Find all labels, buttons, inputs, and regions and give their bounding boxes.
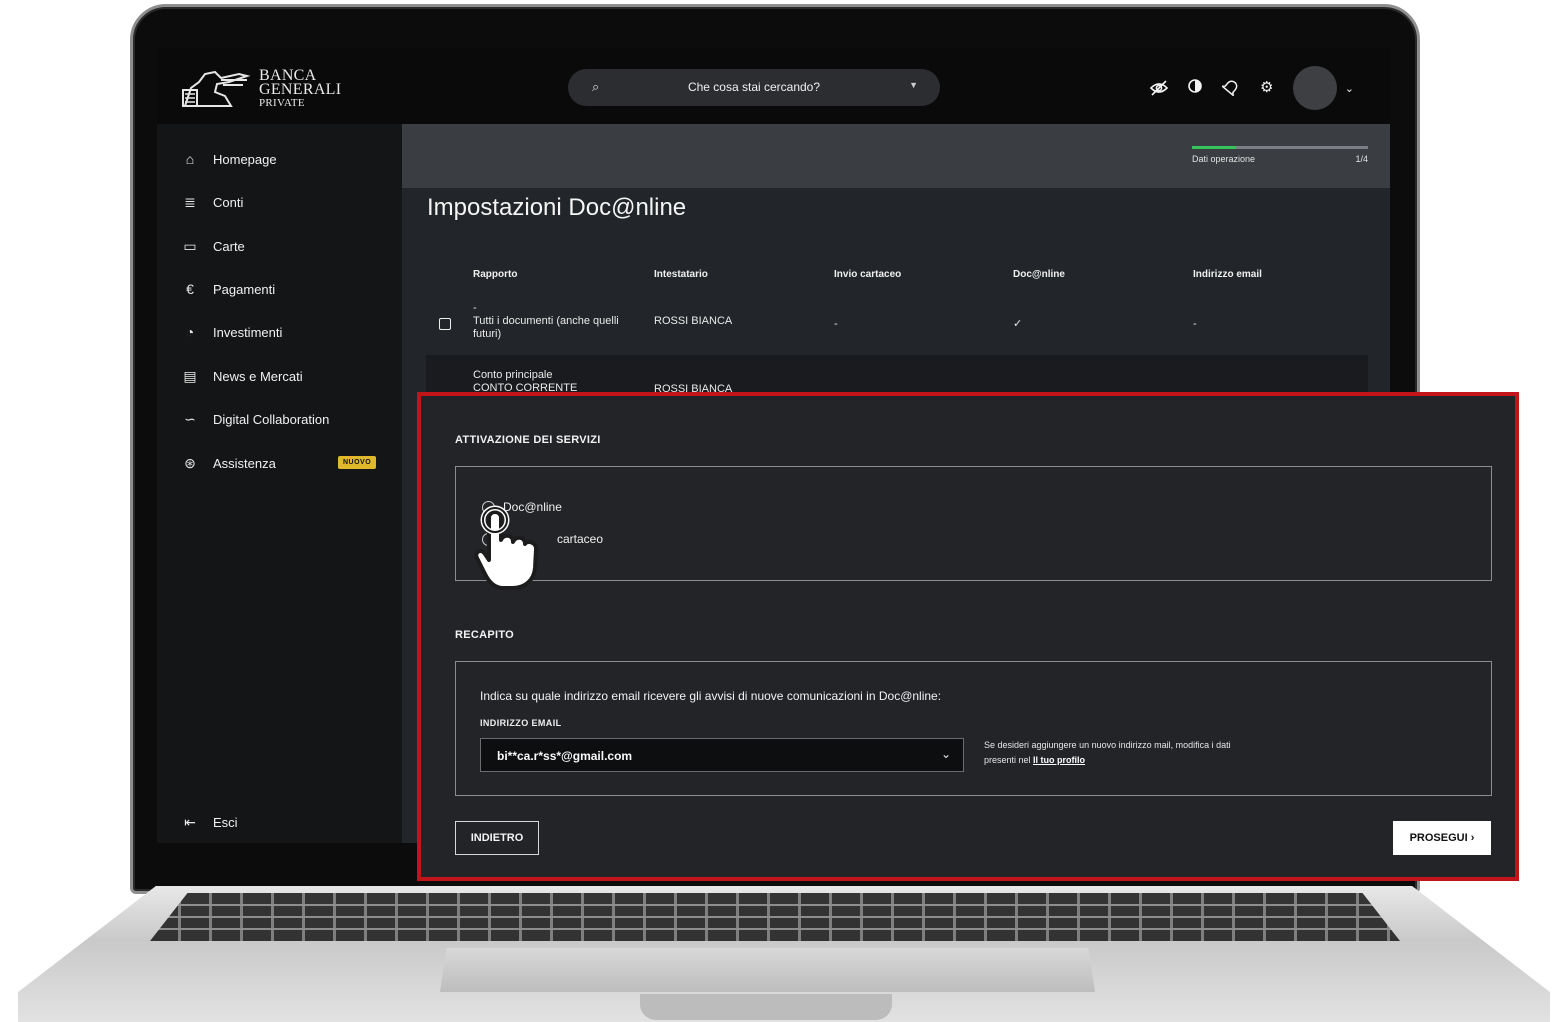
eye-off-icon[interactable] bbox=[1149, 78, 1169, 98]
profile-link[interactable]: Il tuo profilo bbox=[1033, 755, 1085, 765]
sidebar-item-label: Esci bbox=[213, 815, 238, 830]
laptop-keyboard bbox=[150, 893, 1400, 941]
content-header: Dati operazione 1/4 bbox=[402, 124, 1390, 188]
top-bar: BANCA GENERALI PRIVATE ⌕ Che cosa stai c… bbox=[157, 48, 1390, 124]
sidebar-item-homepage[interactable]: ⌂ Homepage bbox=[181, 151, 277, 167]
column-header: Intestatario bbox=[654, 269, 708, 280]
activation-title: ATTIVAZIONE DEI SERVIZI bbox=[455, 434, 601, 446]
table-cell: - bbox=[1193, 318, 1197, 330]
chevron-down-icon[interactable]: ⌄ bbox=[1345, 82, 1354, 95]
sidebar-item-label: Investimenti bbox=[213, 324, 283, 340]
sidebar-item-carte[interactable]: ▭ Carte bbox=[181, 238, 245, 255]
logo-line-2: GENERALI bbox=[259, 81, 342, 98]
laptop-trackpad bbox=[440, 948, 1095, 992]
euro-icon: € bbox=[186, 281, 194, 297]
new-badge: NUOVO bbox=[338, 456, 377, 469]
column-header: Invio cartaceo bbox=[834, 269, 902, 280]
check-icon: ✓ bbox=[1013, 318, 1023, 330]
activation-panel: ATTIVAZIONE DEI SERVIZI Doc@nline cartac… bbox=[417, 392, 1519, 881]
caret-down-icon[interactable]: ▼ bbox=[909, 80, 918, 90]
database-icon: ≣ bbox=[184, 194, 196, 210]
back-button[interactable]: INDIETRO bbox=[455, 821, 539, 855]
rapporto-line: Conto principale bbox=[473, 369, 553, 381]
sidebar-item-pagamenti[interactable]: € Pagamenti bbox=[181, 281, 275, 297]
sidebar-item-label: Carte bbox=[213, 239, 245, 254]
search-bar[interactable]: ⌕ Che cosa stai cercando? ▼ bbox=[568, 69, 940, 106]
operation-progress: Dati operazione 1/4 bbox=[1192, 146, 1368, 164]
logout-icon: ⇤ bbox=[184, 814, 196, 830]
sidebar-item-label: News e Mercati bbox=[213, 369, 303, 384]
keyboard-row-divider bbox=[150, 916, 1400, 918]
card-icon: ▭ bbox=[183, 238, 197, 254]
header-actions: ⚙ ⌄ bbox=[1149, 66, 1354, 110]
pointer-hand-icon bbox=[474, 505, 539, 590]
rapporto-line: - bbox=[473, 302, 477, 314]
recapito-title: RECAPITO bbox=[455, 629, 515, 641]
progress-label: Dati operazione bbox=[1192, 154, 1256, 164]
sidebar-item-logout[interactable]: ⇤ Esci bbox=[181, 814, 238, 831]
sidebar-item-label: Homepage bbox=[213, 151, 277, 167]
sidebar-item-label: Conti bbox=[213, 195, 244, 210]
sidebar-item-conti[interactable]: ≣ Conti bbox=[181, 194, 243, 211]
avatar[interactable] bbox=[1292, 66, 1337, 110]
column-header: Rapporto bbox=[473, 269, 518, 280]
sidebar-item-investimenti[interactable]: ◔ Investimenti bbox=[181, 324, 283, 340]
page-title: Impostazioni Doc@nline bbox=[427, 194, 687, 221]
email-select[interactable]: bi**ca.r*ss*@gmail.com ⌄ bbox=[480, 738, 964, 772]
sidebar-item-digital-collaboration[interactable]: ∽ Digital Collaboration bbox=[181, 411, 329, 428]
next-button[interactable]: PROSEGUI › bbox=[1393, 821, 1491, 855]
table-cell: - Tutti i documenti (anche quelli futuri… bbox=[473, 302, 619, 341]
handshake-icon: ∽ bbox=[184, 411, 196, 427]
keyboard-row-divider bbox=[150, 928, 1400, 930]
sidebar-item-news[interactable]: ▤ News e Mercati bbox=[181, 368, 303, 385]
rapporto-line: futuri) bbox=[473, 328, 502, 340]
gear-icon[interactable]: ⚙ bbox=[1257, 78, 1277, 98]
logo-line-3: PRIVATE bbox=[259, 97, 305, 109]
keyboard-row-divider bbox=[150, 904, 1400, 906]
chevron-down-icon: ⌄ bbox=[940, 747, 951, 761]
contrast-icon[interactable] bbox=[1185, 78, 1205, 98]
sidebar-item-label: Pagamenti bbox=[213, 281, 276, 297]
lifebuoy-icon: ⊛ bbox=[184, 455, 196, 471]
pie-chart-icon: ◔ bbox=[185, 324, 195, 340]
hint-line: Se desideri aggiungere un nuovo indirizz… bbox=[984, 740, 1231, 750]
laptop-base-notch bbox=[640, 994, 892, 1020]
sidebar-item-label: Digital Collaboration bbox=[213, 412, 330, 427]
sidebar-item-label: Assistenza bbox=[213, 456, 276, 471]
profile-hint: Se desideri aggiungere un nuovo indirizz… bbox=[984, 738, 1231, 768]
email-value: bi**ca.r*ss*@gmail.com bbox=[497, 749, 633, 763]
progress-labels: Dati operazione 1/4 bbox=[1192, 154, 1368, 164]
banca-generali-logo[interactable]: BANCA GENERALI PRIVATE bbox=[181, 68, 341, 110]
column-header: Indirizzo email bbox=[1193, 269, 1262, 280]
recapito-box: Indica su quale indirizzo email ricevere… bbox=[455, 661, 1492, 796]
sidebar: ⌂ Homepage ≣ Conti ▭ Carte € Pagamenti ◔… bbox=[157, 124, 402, 843]
bell-icon[interactable] bbox=[1220, 78, 1241, 98]
hint-line: presenti nel bbox=[984, 755, 1034, 765]
home-icon: ⌂ bbox=[185, 151, 195, 167]
progress-step: 1/4 bbox=[1355, 154, 1368, 164]
table-cell: ROSSI BIANCA bbox=[654, 315, 733, 327]
logo-text: BANCA GENERALI PRIVATE bbox=[259, 68, 342, 110]
services-box: Doc@nline cartaceo bbox=[455, 466, 1492, 581]
option-label: cartaceo bbox=[557, 532, 604, 546]
sidebar-item-assistenza[interactable]: ⊛ Assistenza NUOVO bbox=[181, 455, 381, 472]
table-cell: - bbox=[834, 318, 838, 330]
progress-fill bbox=[1192, 146, 1236, 149]
row-checkbox[interactable] bbox=[439, 318, 451, 330]
column-header: Doc@nline bbox=[1013, 269, 1065, 280]
instruction-text: Indica su quale indirizzo email ricevere… bbox=[480, 689, 942, 703]
rapporto-line: Tutti i documenti (anche quelli bbox=[473, 315, 619, 327]
search-placeholder: Che cosa stai cercando? bbox=[687, 80, 821, 94]
lion-logo-icon bbox=[181, 68, 251, 110]
progress-track bbox=[1192, 146, 1368, 149]
email-label: INDIRIZZO EMAIL bbox=[480, 718, 562, 728]
newspaper-icon: ▤ bbox=[183, 368, 197, 384]
